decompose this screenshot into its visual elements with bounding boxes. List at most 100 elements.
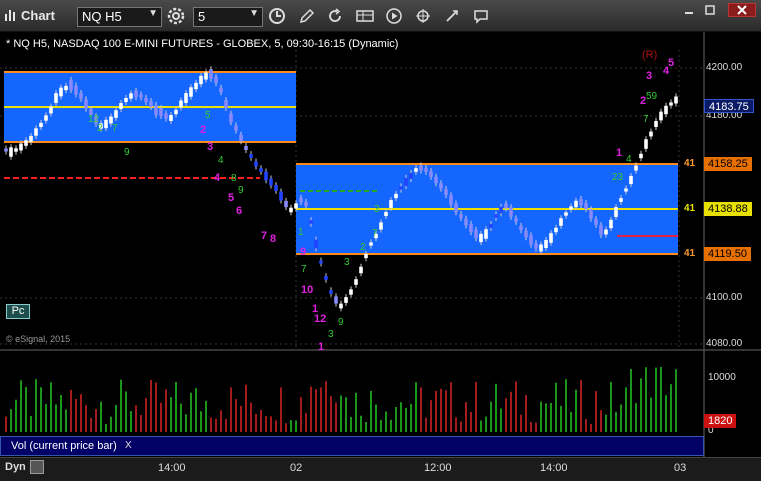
candle-body <box>294 203 298 209</box>
volume-bar <box>235 399 237 432</box>
candle-body <box>189 87 193 97</box>
svg-text:12: 12 <box>314 313 326 325</box>
svg-text:10: 10 <box>301 284 313 296</box>
svg-text:1: 1 <box>616 147 622 159</box>
level-stub: 41 <box>684 203 696 214</box>
volume-bar <box>50 382 52 432</box>
candle-body <box>129 93 133 99</box>
volume-bar <box>460 421 462 432</box>
volume-bar <box>630 369 632 432</box>
volume-bar <box>40 387 42 432</box>
volume-bar <box>395 407 397 432</box>
volume-bar <box>325 381 327 432</box>
pc-button[interactable]: Pc <box>6 304 30 319</box>
volume-bar <box>15 399 17 432</box>
volume-bar <box>640 378 642 432</box>
svg-text:4: 4 <box>214 172 221 184</box>
volume-bar <box>610 381 612 432</box>
candle-body <box>264 171 268 181</box>
volume-bar <box>355 392 357 432</box>
volume-bar <box>245 384 247 432</box>
svg-text:1: 1 <box>318 341 324 353</box>
candle-body <box>184 93 188 103</box>
volume-bar <box>370 390 372 432</box>
svg-text:2: 2 <box>360 242 366 253</box>
svg-text:7: 7 <box>643 114 649 125</box>
volume-axis-label: 10000 <box>708 372 736 383</box>
svg-text:3: 3 <box>328 329 334 340</box>
volume-bar <box>535 422 537 432</box>
volume-bar <box>540 401 542 432</box>
volume-bar <box>135 405 137 432</box>
svg-text:3: 3 <box>207 141 213 153</box>
candle-body <box>179 100 183 108</box>
candle-body <box>34 128 38 136</box>
volume-bar <box>90 417 92 432</box>
volume-bar <box>400 402 402 432</box>
volume-bar <box>160 402 162 432</box>
volume-bar <box>375 404 377 432</box>
volume-bar <box>415 382 417 432</box>
volume-bar <box>385 411 387 432</box>
candle-body <box>359 266 363 274</box>
candle-body <box>494 214 498 218</box>
volume-close-button[interactable]: X <box>125 440 132 451</box>
candle-body <box>484 229 488 239</box>
last-price-tag: 4183.75 <box>704 99 754 113</box>
volume-bar <box>250 402 252 432</box>
volume-bar <box>440 388 442 432</box>
svg-text:6: 6 <box>236 205 242 217</box>
volume-bar <box>650 397 652 432</box>
candle-body <box>369 242 373 246</box>
candle-body <box>244 146 248 150</box>
volume-bar <box>425 417 427 432</box>
candle-body <box>299 197 303 203</box>
candle-body <box>154 105 158 115</box>
candle-body <box>544 239 548 249</box>
candle-body <box>569 206 573 210</box>
candle-body <box>44 115 48 121</box>
candle-body <box>49 106 53 114</box>
volume-bar <box>330 396 332 432</box>
price-chart[interactable]: 2 3 4 5 6 7 8 9 10 1 12 1 1 2 3 4 5 12 2… <box>0 0 761 481</box>
candle-body <box>504 203 508 209</box>
candle-body <box>364 253 368 259</box>
volume-bar <box>125 391 127 432</box>
candle-body <box>14 148 18 152</box>
volume-bar <box>525 395 527 432</box>
volume-series <box>5 366 677 432</box>
candle-body <box>429 171 433 177</box>
svg-text:7: 7 <box>372 228 378 239</box>
volume-bar <box>420 387 422 432</box>
volume-bar <box>615 411 617 432</box>
candle-body <box>674 96 678 104</box>
volume-bar <box>155 382 157 432</box>
candle-body <box>249 154 253 158</box>
range-low-tag: 4119.50 <box>704 247 751 261</box>
volume-bar <box>150 379 152 432</box>
candle-body <box>4 148 8 152</box>
chart-header: * NQ H5, NASDAQ 100 E-MINI FUTURES - GLO… <box>6 38 399 50</box>
dynamic-mode-button[interactable] <box>30 460 44 474</box>
volume-bar <box>5 416 7 432</box>
candle-body <box>394 193 398 199</box>
svg-text:3: 3 <box>646 70 652 82</box>
candle-body <box>384 211 388 217</box>
volume-bar <box>490 401 492 432</box>
candle-body <box>474 229 478 239</box>
candle-body <box>459 214 463 218</box>
candle-body <box>59 87 63 97</box>
volume-bar <box>465 401 467 432</box>
volume-bar <box>185 414 187 432</box>
candle-body <box>389 200 393 208</box>
candle-body <box>309 220 313 224</box>
svg-text:5: 5 <box>228 192 234 204</box>
volume-bar <box>295 420 297 432</box>
candle-body <box>239 134 243 142</box>
volume-bar <box>195 388 197 432</box>
candle-body <box>134 90 138 98</box>
volume-bar <box>350 417 352 432</box>
candle-body <box>499 206 503 214</box>
volume-bar <box>405 407 407 432</box>
candle-body <box>464 218 468 226</box>
